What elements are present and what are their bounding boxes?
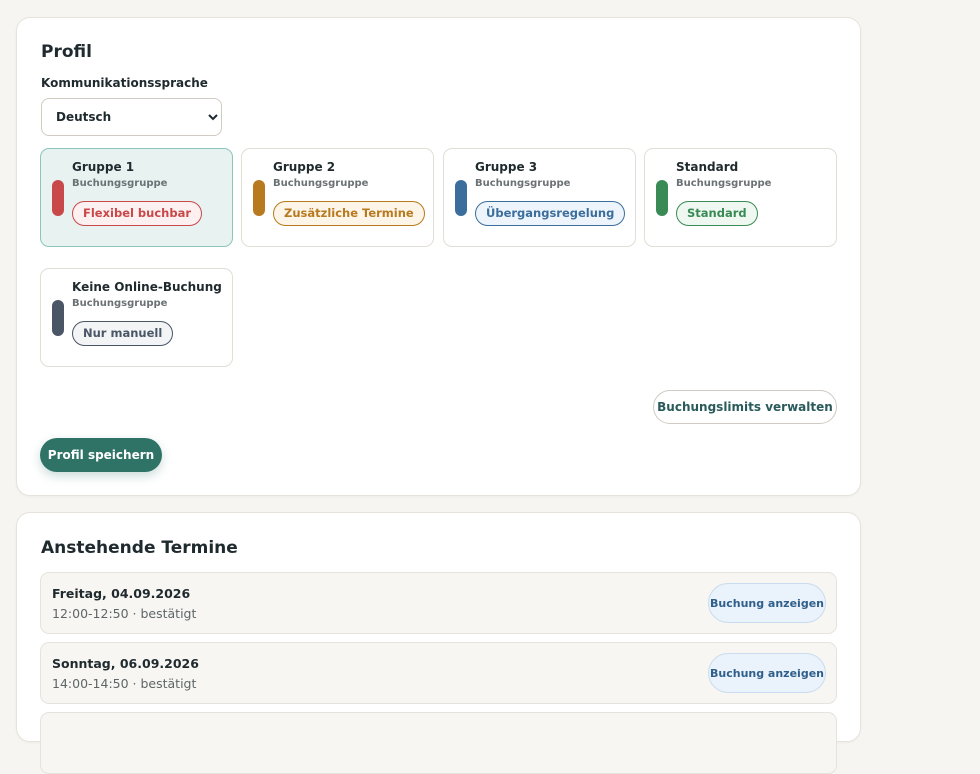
profile-card: Profil Kommunikationssprache Deutsch Gru… [16,17,861,496]
appointments-card: Anstehende Termine Freitag, 04.09.2026 1… [16,512,861,774]
group-badge: Flexibel buchbar [72,201,203,226]
view-booking-button[interactable]: Buchung anzeigen [708,653,826,693]
group-subtitle: Buchungsgruppe [72,178,168,189]
group-color-bar [455,180,467,216]
profile-title: Profil [41,42,92,62]
group-color-bar [656,180,668,216]
group-card-standard[interactable]: Standard Buchungsgruppe Standard [644,148,837,247]
group-card-keine-online-buchung[interactable]: Keine Online-Buchung Buchungsgruppe Nur … [40,268,233,367]
appointment-row: Sonntag, 06.09.2026 14:00-14:50 · bestät… [40,642,837,704]
group-card-gruppe-2[interactable]: Gruppe 2 Buchungsgruppe Zusätzliche Term… [241,148,434,247]
group-badge: Übergangsregelung [475,201,626,226]
group-name: Gruppe 3 [475,160,538,174]
group-subtitle: Buchungsgruppe [72,298,168,309]
appointment-row: Freitag, 04.09.2026 12:00-12:50 · bestät… [40,572,837,634]
appointment-row-partial [40,712,837,774]
appointment-time: 12:00-12:50 · bestätigt [52,606,197,621]
group-badge: Nur manuell [72,321,174,346]
manage-limits-button[interactable]: Buchungslimits verwalten [653,390,837,424]
group-card-gruppe-3[interactable]: Gruppe 3 Buchungsgruppe Übergangsregelun… [443,148,636,247]
group-badge: Standard [676,201,758,226]
group-badge: Zusätzliche Termine [273,201,425,226]
appointment-date: Sonntag, 06.09.2026 [52,656,199,671]
view-booking-button[interactable]: Buchung anzeigen [708,583,826,623]
group-color-bar [253,180,265,216]
group-name: Gruppe 1 [72,160,135,174]
group-color-bar [52,180,64,216]
group-name: Standard [676,160,739,174]
group-subtitle: Buchungsgruppe [475,178,571,189]
group-name: Keine Online-Buchung [72,280,222,294]
group-color-bar [52,300,64,336]
language-label: Kommunikationssprache [41,76,208,90]
group-card-gruppe-1[interactable]: Gruppe 1 Buchungsgruppe Flexibel buchbar [40,148,233,247]
appointment-date: Freitag, 04.09.2026 [52,586,191,601]
appointments-title: Anstehende Termine [41,538,238,558]
language-select[interactable]: Deutsch [41,98,222,136]
appointment-time: 14:00-14:50 · bestätigt [52,676,197,691]
group-name: Gruppe 2 [273,160,336,174]
group-subtitle: Buchungsgruppe [676,178,772,189]
group-subtitle: Buchungsgruppe [273,178,369,189]
save-profile-button[interactable]: Profil speichern [40,438,162,472]
